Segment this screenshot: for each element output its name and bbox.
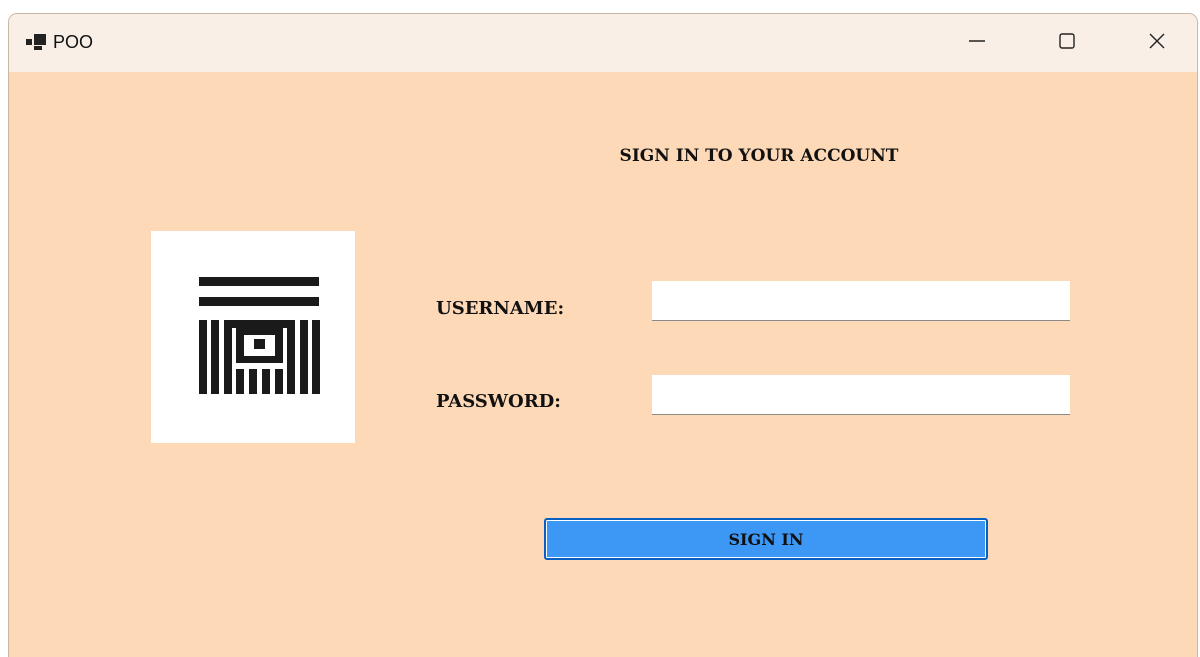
app-icon (26, 34, 46, 50)
sign-in-button[interactable]: SIGN IN (544, 518, 988, 560)
minimize-button[interactable] (954, 14, 1000, 72)
login-window: POO SIGN IN TO YOUR ACCOUNT USERNAME: PA… (9, 14, 1197, 657)
logo-icon (151, 277, 355, 447)
maximize-icon (1057, 31, 1077, 56)
username-label: USERNAME: (436, 298, 565, 319)
password-label: PASSWORD: (436, 391, 561, 412)
minimize-icon (967, 31, 987, 56)
logo (151, 231, 355, 443)
sign-in-heading: SIGN IN TO YOUR ACCOUNT (619, 146, 899, 166)
maximize-button[interactable] (1044, 14, 1090, 72)
username-input[interactable] (652, 281, 1070, 321)
close-icon (1147, 31, 1167, 56)
password-input[interactable] (652, 375, 1070, 415)
title-bar[interactable]: POO (9, 14, 1197, 72)
close-button[interactable] (1134, 14, 1180, 72)
window-title: POO (53, 32, 94, 52)
